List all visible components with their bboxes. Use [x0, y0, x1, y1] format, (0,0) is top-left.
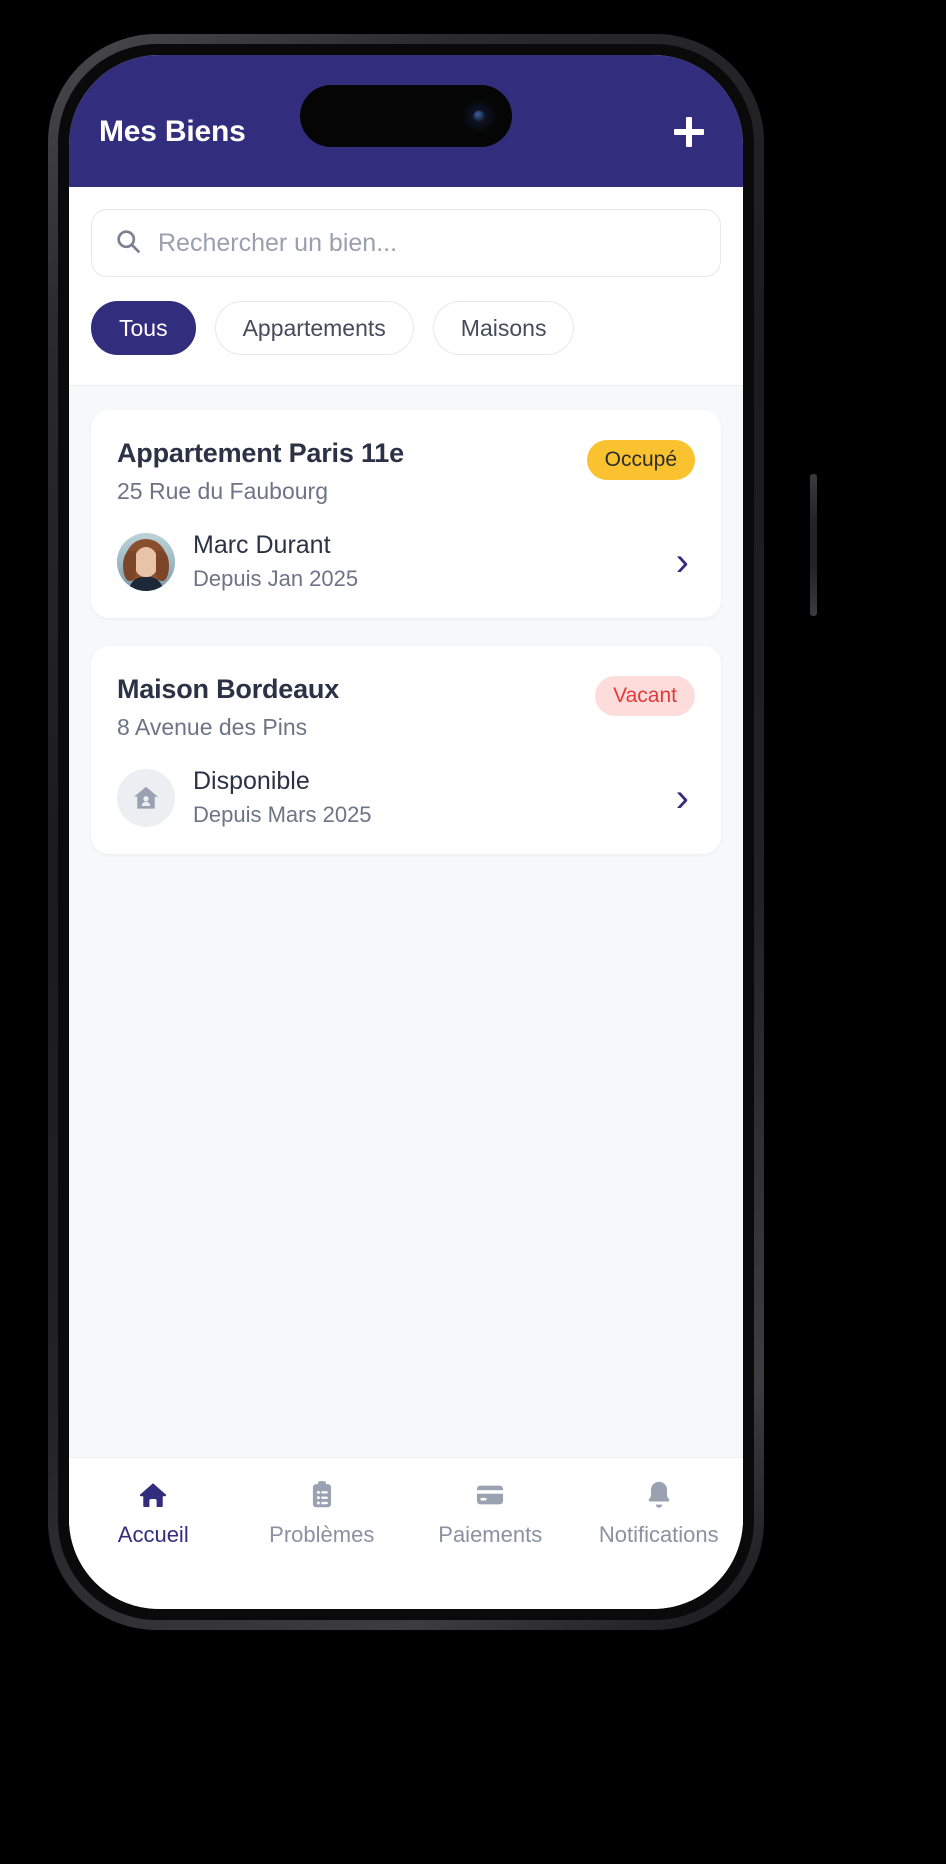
- property-info: Maison Bordeaux 8 Avenue des Pins: [117, 674, 595, 741]
- tenant-row: Marc Durant Depuis Jan 2025 ›: [117, 531, 695, 592]
- property-address: 25 Rue du Faubourg: [117, 478, 328, 504]
- tenant-name: Marc Durant: [193, 531, 331, 559]
- nav-label: Problèmes: [269, 1522, 375, 1547]
- credit-card-icon: [473, 1478, 507, 1512]
- search-placeholder-text: Rechercher un bien...: [158, 228, 398, 257]
- property-title: Maison Bordeaux: [117, 674, 340, 704]
- filter-chip-appartements[interactable]: Appartements: [214, 301, 414, 355]
- app-header: Mes Biens: [69, 55, 743, 187]
- filter-chip-label: Maisons: [460, 314, 547, 341]
- page-title: Mes Biens: [99, 115, 246, 148]
- filter-chip-label: Tous: [119, 314, 168, 341]
- filter-chip-label: Appartements: [242, 314, 386, 341]
- bell-icon: [642, 1478, 676, 1512]
- tenant-since: Depuis Jan 2025: [193, 566, 359, 591]
- chevron-right-icon[interactable]: ›: [676, 778, 695, 818]
- tenant-info: Disponible Depuis Mars 2025: [193, 767, 658, 828]
- clipboard-icon: [305, 1478, 339, 1512]
- chevron-right-icon[interactable]: ›: [676, 542, 695, 582]
- nav-item-paiements[interactable]: Paiements: [406, 1478, 575, 1548]
- nav-label: Paiements: [438, 1522, 543, 1547]
- search-icon: [114, 227, 142, 260]
- bottom-navigation: Accueil Problèmes Paiements Notification…: [69, 1457, 743, 1609]
- property-card-header: Appartement Paris 11e 25 Rue du Faubourg…: [117, 438, 695, 505]
- status-badge: Vacant: [595, 676, 695, 716]
- tenant-name: Disponible: [193, 767, 310, 795]
- property-card-header: Maison Bordeaux 8 Avenue des Pins Vacant: [117, 674, 695, 741]
- status-badge: Occupé: [586, 440, 695, 480]
- property-card[interactable]: Appartement Paris 11e 25 Rue du Faubourg…: [91, 410, 721, 618]
- filter-chip-maisons[interactable]: Maisons: [432, 301, 575, 355]
- property-address: 8 Avenue des Pins: [117, 714, 308, 740]
- tenant-since: Depuis Mars 2025: [193, 802, 372, 827]
- property-title: Appartement Paris 11e: [117, 438, 404, 468]
- tenant-info: Marc Durant Depuis Jan 2025: [193, 531, 658, 592]
- power-button[interactable]: [810, 474, 817, 616]
- search-filter-panel: Rechercher un bien... Tous Appartements …: [69, 187, 743, 386]
- plus-icon: [674, 117, 704, 147]
- dynamic-island: [300, 85, 512, 147]
- property-card[interactable]: Maison Bordeaux 8 Avenue des Pins Vacant: [91, 646, 721, 854]
- phone-device: Mes Biens Rechercher un bien... Tous App…: [48, 34, 817, 1630]
- search-input[interactable]: Rechercher un bien...: [91, 209, 721, 277]
- nav-label: Accueil: [117, 1522, 189, 1547]
- nav-item-problemes[interactable]: Problèmes: [238, 1478, 407, 1548]
- house-avatar-icon: [117, 768, 175, 827]
- nav-item-accueil[interactable]: Accueil: [69, 1478, 238, 1548]
- filter-chip-group: Tous Appartements Maisons: [91, 301, 721, 355]
- front-camera-icon: [462, 99, 496, 133]
- property-info: Appartement Paris 11e 25 Rue du Faubourg: [117, 438, 587, 505]
- add-property-button[interactable]: [665, 108, 713, 156]
- screenshot-root: Mes Biens Rechercher un bien... Tous App…: [0, 0, 946, 1864]
- home-icon: [136, 1478, 170, 1512]
- property-list: Appartement Paris 11e 25 Rue du Faubourg…: [69, 386, 743, 1468]
- phone-screen: Mes Biens Rechercher un bien... Tous App…: [69, 55, 743, 1609]
- avatar: [117, 532, 175, 591]
- tenant-row: Disponible Depuis Mars 2025 ›: [117, 767, 695, 828]
- nav-label: Notifications: [598, 1522, 719, 1547]
- filter-chip-tous[interactable]: Tous: [91, 301, 196, 355]
- nav-item-notifications[interactable]: Notifications: [575, 1478, 744, 1548]
